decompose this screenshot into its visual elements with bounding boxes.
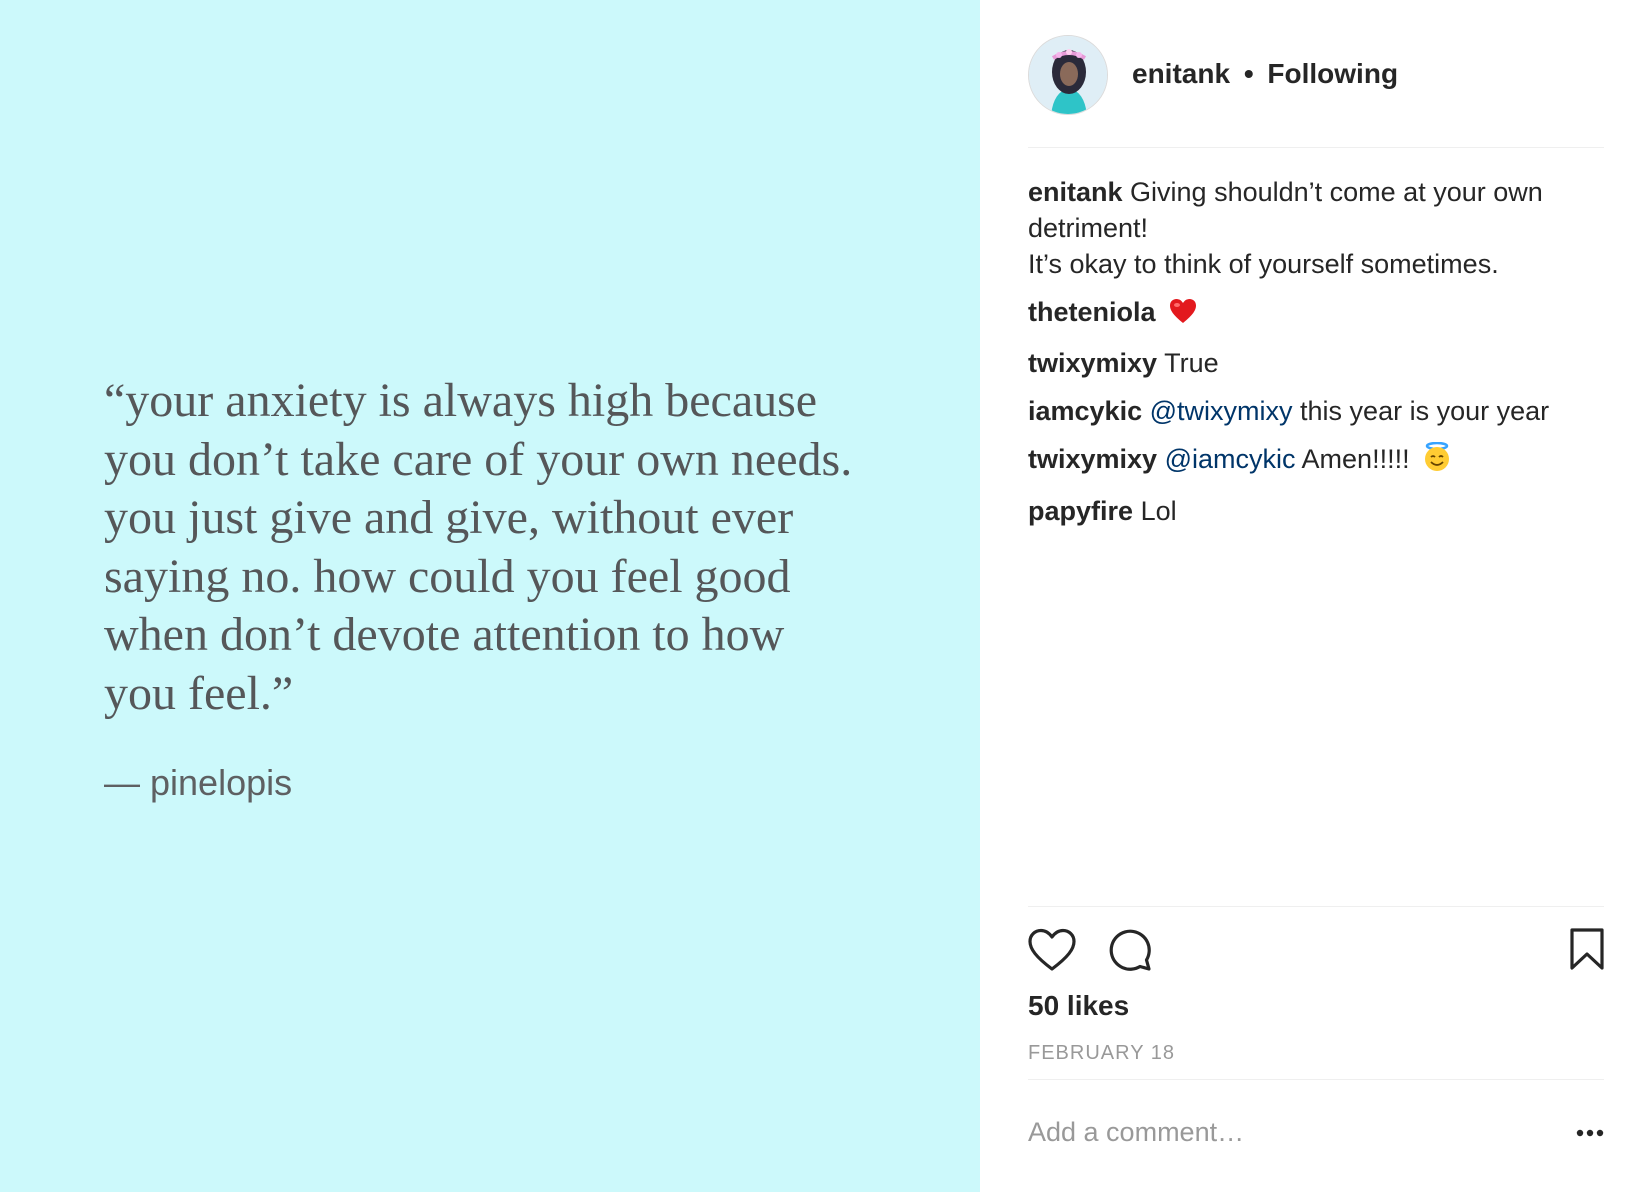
bookmark-icon bbox=[1570, 928, 1604, 970]
comment-text: True bbox=[1164, 348, 1219, 378]
comments-list: enitank Giving shouldn’t come at your ow… bbox=[1028, 174, 1604, 541]
comment-text: Amen!!!!! bbox=[1301, 444, 1410, 474]
profile-avatar-icon bbox=[1029, 35, 1107, 114]
list-item: theteniola bbox=[1028, 294, 1604, 333]
add-comment-input[interactable] bbox=[1028, 1112, 1528, 1152]
comment-username[interactable]: papyfire bbox=[1028, 496, 1133, 526]
caption-username[interactable]: enitank bbox=[1028, 177, 1123, 207]
comment-username[interactable]: iamcykic bbox=[1028, 396, 1142, 426]
likes-count[interactable]: 50 likes bbox=[1028, 990, 1129, 1022]
list-item: twixymixy @iamcykic Amen!!!!! bbox=[1028, 441, 1604, 481]
comment-text: this year is your year bbox=[1300, 396, 1550, 426]
more-options-button[interactable] bbox=[1576, 1124, 1604, 1142]
comment-mention[interactable]: @iamcykic bbox=[1165, 444, 1296, 474]
speech-bubble-icon bbox=[1109, 929, 1151, 971]
more-options-icon bbox=[1576, 1129, 1604, 1137]
header-separator: • bbox=[1243, 57, 1254, 89]
list-item: twixymixy True bbox=[1028, 345, 1604, 381]
red-heart-icon bbox=[1169, 297, 1197, 333]
save-button[interactable] bbox=[1570, 928, 1604, 975]
avatar[interactable] bbox=[1028, 34, 1108, 115]
caption: enitank Giving shouldn’t come at your ow… bbox=[1028, 174, 1604, 282]
post-image[interactable]: “your anxiety is always high because you… bbox=[0, 0, 980, 1192]
comment-button[interactable] bbox=[1108, 928, 1152, 977]
comment-username[interactable]: twixymixy bbox=[1028, 444, 1157, 474]
list-item: papyfire Lol bbox=[1028, 493, 1604, 529]
list-item: iamcykic @twixymixy this year is your ye… bbox=[1028, 393, 1604, 429]
comment-mention[interactable]: @twixymixy bbox=[1150, 396, 1293, 426]
post-dialog: “your anxiety is always high because you… bbox=[0, 0, 1644, 1192]
comment-username[interactable]: twixymixy bbox=[1028, 348, 1157, 378]
post-header: enitank • Following bbox=[1028, 30, 1604, 148]
header-username[interactable]: enitank bbox=[1132, 58, 1230, 89]
comment-username[interactable]: theteniola bbox=[1028, 297, 1156, 327]
smiling-face-with-halo-icon bbox=[1423, 441, 1451, 481]
header-text: enitank • Following bbox=[1132, 58, 1398, 90]
quote-text: “your anxiety is always high because you… bbox=[104, 374, 853, 720]
quote-author: — pinelopis bbox=[104, 762, 293, 803]
follow-status-button[interactable]: Following bbox=[1267, 58, 1398, 89]
divider bbox=[1028, 1079, 1604, 1080]
heart-outline-icon bbox=[1028, 928, 1076, 971]
divider bbox=[1028, 906, 1604, 907]
like-button[interactable] bbox=[1028, 928, 1076, 977]
post-details-panel: enitank • Following enitank Giving shoul… bbox=[980, 0, 1644, 1192]
post-date[interactable]: FEBRUARY 18 bbox=[1028, 1042, 1175, 1065]
comment-text: Lol bbox=[1140, 496, 1177, 526]
action-bar bbox=[1028, 928, 1604, 976]
